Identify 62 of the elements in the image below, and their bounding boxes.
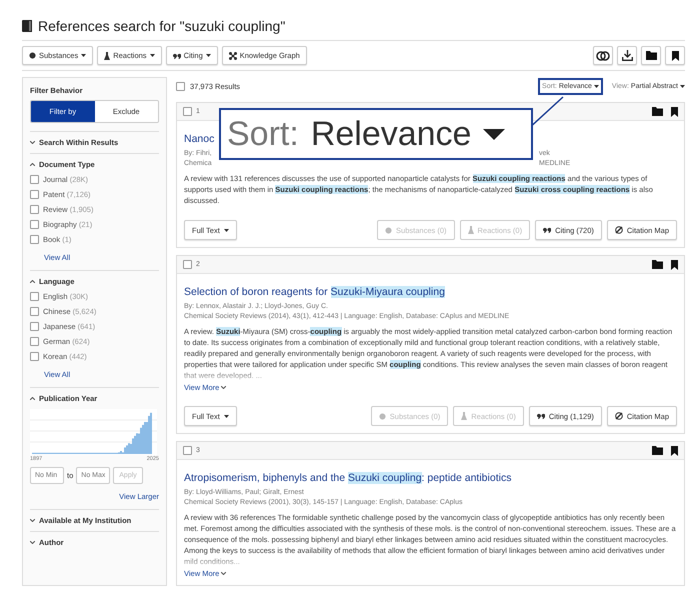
- chevron-icon[interactable]: [221, 386, 226, 389]
- checkbox[interactable]: [183, 260, 192, 269]
- checkbox[interactable]: [183, 446, 192, 455]
- bookmark-icon: [672, 50, 678, 60]
- zoom-tooltip: Sort: Relevance: [219, 108, 533, 160]
- chevron-icon[interactable]: [221, 572, 226, 575]
- chevron-icon[interactable]: [30, 397, 35, 400]
- checkbox[interactable]: [30, 235, 39, 244]
- flask-icon: [461, 412, 468, 420]
- quote-icon: [543, 227, 552, 233]
- chevron-icon[interactable]: [30, 280, 35, 283]
- chevron-icon[interactable]: [30, 541, 35, 544]
- overlap-circles-icon: [596, 50, 610, 60]
- caret-icon: [594, 84, 599, 88]
- book-icon: [22, 20, 32, 32]
- download-icon: [622, 50, 632, 61]
- page-title: References search for "suzuki coupling": [38, 18, 286, 34]
- checkbox[interactable]: [30, 322, 39, 331]
- caret-icon: [483, 128, 506, 140]
- flask-icon: [468, 226, 474, 234]
- checkbox[interactable]: [30, 337, 39, 346]
- atom-icon: [385, 226, 392, 234]
- pencil-circle-icon: [614, 226, 623, 234]
- toolbar-icon-button[interactable]: [617, 46, 637, 65]
- checkbox[interactable]: [30, 352, 39, 361]
- caret-icon: [224, 414, 229, 418]
- result-title[interactable]: Atropisomerism, biphenyls and the Suzuki coupling: peptide antibiotics: [184, 472, 512, 484]
- result-title[interactable]: Nanoc: [184, 133, 214, 145]
- caret-icon: [150, 54, 155, 57]
- bookmark-icon: [671, 260, 678, 270]
- checkbox[interactable]: [176, 82, 185, 90]
- toolbar-icon-button[interactable]: [665, 46, 685, 65]
- checkbox[interactable]: [30, 175, 39, 184]
- checkbox[interactable]: [30, 307, 39, 316]
- quote-icon: [172, 52, 181, 58]
- checkbox[interactable]: [30, 292, 39, 301]
- atom-icon: [29, 52, 36, 59]
- pencil-circle-icon: [614, 412, 623, 420]
- caret-icon: [81, 54, 86, 57]
- quote-icon: [536, 413, 545, 419]
- bookmark-icon: [671, 106, 678, 116]
- caret-icon: [680, 84, 685, 88]
- caret-icon: [206, 54, 211, 57]
- chevron-icon[interactable]: [30, 519, 35, 522]
- folder-icon: [652, 446, 663, 455]
- chevron-icon[interactable]: [30, 163, 35, 166]
- folder-icon: [646, 51, 656, 60]
- caret-icon: [224, 228, 229, 232]
- checkbox[interactable]: [30, 190, 39, 199]
- toolbar-icon-button[interactable]: [641, 46, 661, 65]
- chevron-icon[interactable]: [30, 141, 35, 144]
- result-title[interactable]: Selection of boron reagents for Suzuki-Miyaura coupling: [184, 286, 445, 298]
- atom-icon: [378, 412, 386, 420]
- checkbox[interactable]: [30, 220, 39, 229]
- bookmark-icon: [671, 446, 678, 456]
- checkbox[interactable]: [30, 205, 39, 214]
- flask-icon: [104, 52, 110, 60]
- checkbox[interactable]: [183, 107, 192, 116]
- folder-icon: [652, 107, 663, 116]
- toolbar-icon-button[interactable]: [593, 46, 613, 65]
- folder-icon: [652, 260, 663, 269]
- network-icon: [228, 52, 237, 60]
